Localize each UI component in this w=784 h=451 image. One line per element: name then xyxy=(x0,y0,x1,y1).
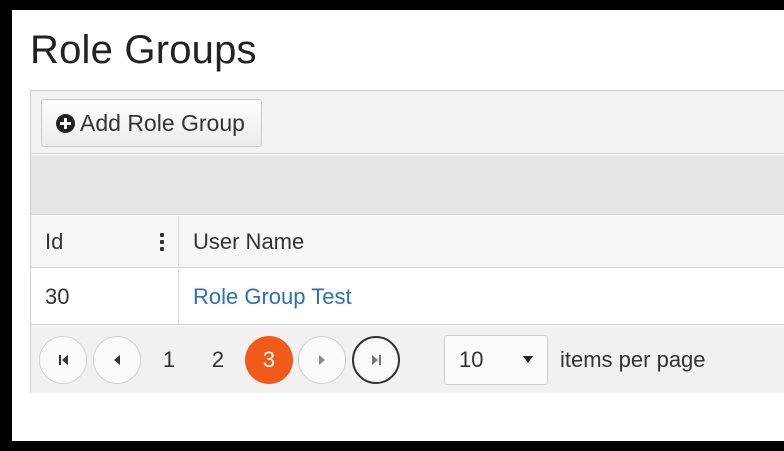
plus-circle-icon xyxy=(56,113,75,133)
first-page-icon xyxy=(58,354,68,365)
column-menu-icon[interactable] xyxy=(160,232,164,251)
column-header-id-label: Id xyxy=(45,228,64,254)
items-per-page-label: items per page xyxy=(560,346,706,372)
column-header-user-name[interactable]: User Name xyxy=(179,216,784,267)
cell-user-name-link[interactable]: Role Group Test xyxy=(179,269,784,324)
page-size-select[interactable]: 10 xyxy=(444,334,548,385)
prev-page-button[interactable] xyxy=(93,335,141,384)
table-row[interactable]: 30 Role Group Test xyxy=(31,269,784,325)
page-size-value: 10 xyxy=(459,346,484,372)
page-1-button[interactable]: 1 xyxy=(147,336,191,384)
prev-page-icon xyxy=(114,354,120,365)
first-page-button[interactable] xyxy=(39,335,87,384)
cell-id: 30 xyxy=(31,269,179,324)
page-2-button[interactable]: 2 xyxy=(196,336,240,384)
role-groups-grid: Add Role Group Id User Name 30 Role Grou… xyxy=(30,90,784,393)
app-window: Role Groups Add Role Group Id User Name … xyxy=(12,10,784,441)
next-page-button[interactable] xyxy=(298,335,346,384)
add-role-group-label: Add Role Group xyxy=(80,109,245,136)
page-title: Role Groups xyxy=(30,28,257,72)
grid-header-row: Id User Name xyxy=(31,216,784,268)
last-page-icon xyxy=(371,354,381,365)
caret-down-icon xyxy=(523,356,533,363)
pager: 1 2 3 10 items per page xyxy=(31,326,784,393)
column-header-id[interactable]: Id xyxy=(31,216,179,267)
grid-toolbar: Add Role Group xyxy=(31,91,784,154)
column-header-user-name-label: User Name xyxy=(193,228,305,254)
last-page-button[interactable] xyxy=(352,335,400,384)
grouping-header xyxy=(31,155,784,215)
next-page-icon xyxy=(319,354,325,365)
page-3-button[interactable]: 3 xyxy=(245,335,293,384)
add-role-group-button[interactable]: Add Role Group xyxy=(41,99,262,147)
